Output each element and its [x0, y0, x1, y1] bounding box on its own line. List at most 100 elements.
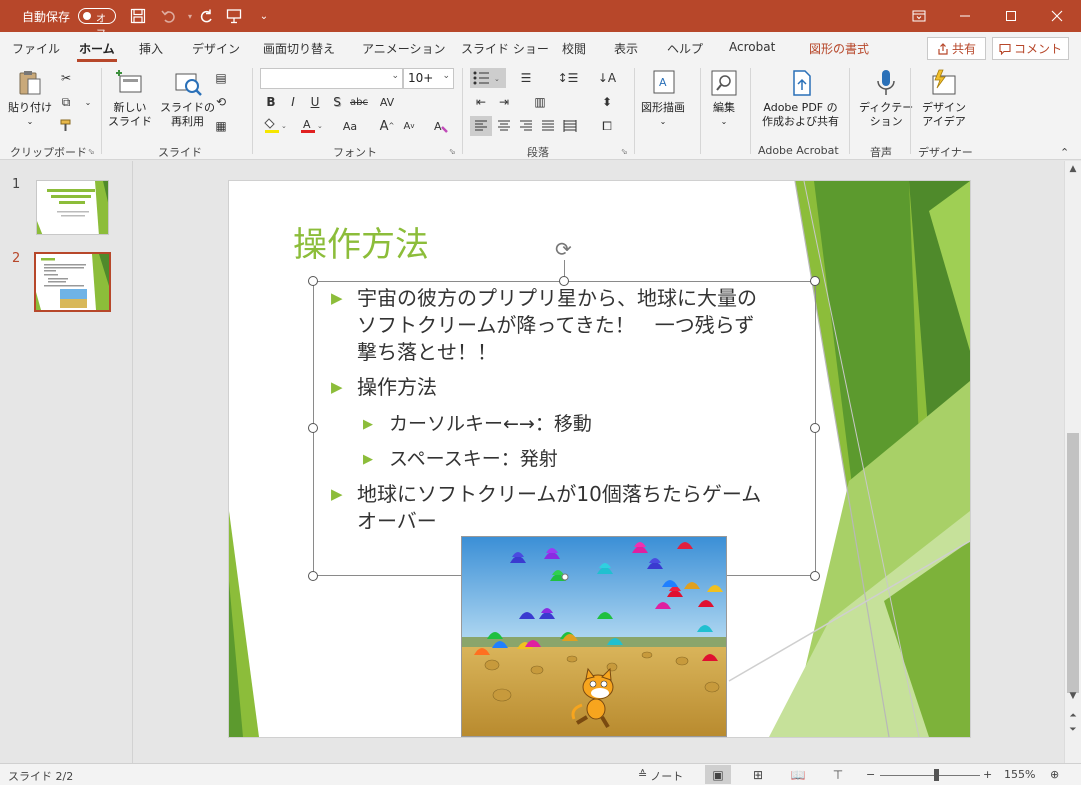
align-right-button[interactable]: [515, 116, 537, 136]
vertical-scrollbar[interactable]: ▲ ▼ ⏶ ⏷: [1064, 161, 1081, 763]
ribbon-display-icon[interactable]: [896, 0, 942, 32]
slide-canvas[interactable]: 操作方法 ⟳ ▶ 宇宙の彼方のプリプリ星から、地球に大量の ソフトクリームが降っ…: [229, 181, 970, 737]
line-spacing-button[interactable]: ↕☰: [553, 68, 583, 88]
columns-button[interactable]: ▥: [525, 92, 555, 112]
tab-view[interactable]: 表示: [614, 40, 638, 57]
paragraph-launcher-icon[interactable]: ⬂: [621, 147, 628, 156]
tab-home[interactable]: ホーム: [77, 40, 117, 62]
text-direction-button[interactable]: ↓A: [592, 68, 622, 88]
fit-to-window-icon[interactable]: ⊕: [1050, 768, 1059, 781]
rotate-handle-icon[interactable]: ⟳: [555, 237, 572, 261]
collapse-ribbon-icon[interactable]: ⌃: [1060, 146, 1069, 159]
italic-button[interactable]: I: [282, 92, 304, 112]
clear-formatting-button[interactable]: A: [430, 116, 452, 136]
format-painter-icon[interactable]: [55, 116, 77, 136]
character-spacing-button[interactable]: AV: [372, 92, 402, 112]
tab-shape-format[interactable]: 図形の書式: [809, 40, 869, 57]
distributed-button[interactable]: [559, 116, 581, 136]
cut-icon[interactable]: ✂: [55, 68, 77, 88]
slide-title[interactable]: 操作方法: [293, 217, 429, 266]
adobe-pdf-button[interactable]: Adobe PDF の 作成および共有: [762, 68, 839, 129]
zoom-level[interactable]: 155%: [1004, 768, 1035, 781]
copy-dropdown-icon[interactable]: ⌄: [77, 92, 99, 112]
scroll-up-icon[interactable]: ▲: [1065, 164, 1081, 174]
decrease-indent-button[interactable]: ⇤: [470, 92, 492, 112]
game-screenshot-image[interactable]: [461, 536, 727, 737]
justify-button[interactable]: [537, 116, 559, 136]
numbering-button[interactable]: ☰: [510, 68, 542, 88]
font-name-combo[interactable]: ⌄: [260, 68, 403, 89]
grow-font-button[interactable]: A ^: [376, 116, 398, 136]
tab-animations[interactable]: アニメーション: [362, 40, 446, 57]
tab-review[interactable]: 校閲: [562, 40, 586, 57]
zoom-out-button[interactable]: −: [866, 768, 875, 781]
dictate-button[interactable]: ディクテー ション: [859, 68, 913, 129]
clipboard-launcher-icon[interactable]: ⬂: [88, 147, 95, 156]
comment-button[interactable]: コメント: [992, 37, 1069, 60]
underline-button[interactable]: U: [304, 92, 326, 112]
highlight-color-button[interactable]: ⌄: [260, 116, 290, 136]
change-case-button[interactable]: Aa: [334, 116, 366, 136]
shrink-font-button[interactable]: Av: [398, 116, 420, 136]
scrollbar-thumb[interactable]: [1067, 433, 1079, 693]
resize-handle-w[interactable]: [308, 423, 318, 433]
tab-transitions[interactable]: 画面切り替え: [263, 40, 335, 57]
design-ideas-button[interactable]: デザイン アイデア: [922, 68, 966, 129]
section-icon[interactable]: ▦: [210, 116, 232, 136]
new-slide-button[interactable]: 新しい スライド: [108, 68, 152, 129]
font-size-combo[interactable]: 10+ ⌄: [403, 68, 454, 89]
resize-handle-ne[interactable]: [810, 276, 820, 286]
previous-slide-icon[interactable]: ⏶: [1065, 711, 1081, 721]
editing-button[interactable]: 編集 ⌄: [709, 68, 739, 129]
tab-insert[interactable]: 挿入: [139, 40, 163, 57]
font-color-button[interactable]: A ⌄: [296, 116, 326, 136]
align-center-button[interactable]: [493, 116, 515, 136]
scroll-down-icon[interactable]: ▼: [1065, 691, 1081, 701]
slide-thumbnail-2[interactable]: [34, 252, 111, 312]
maximize-icon[interactable]: [988, 0, 1034, 32]
font-launcher-icon[interactable]: ⬂: [449, 147, 456, 156]
tab-slideshow[interactable]: スライド ショー: [461, 40, 549, 57]
slide-thumbnail-1[interactable]: [36, 180, 109, 235]
redo-icon[interactable]: [194, 0, 218, 32]
next-slide-icon[interactable]: ⏷: [1065, 725, 1081, 735]
strikethrough-button[interactable]: abc: [348, 92, 370, 112]
resize-handle-e[interactable]: [810, 423, 820, 433]
tab-help[interactable]: ヘルプ: [667, 40, 703, 57]
smartart-button[interactable]: ⧠: [592, 116, 622, 136]
resize-handle-nw[interactable]: [308, 276, 318, 286]
resize-handle-se[interactable]: [810, 571, 820, 581]
font-name-dropdown-icon[interactable]: ⌄: [391, 71, 399, 81]
reading-view-icon[interactable]: 📖: [785, 765, 811, 784]
autosave-toggle[interactable]: オフ: [78, 8, 116, 40]
slideshow-view-icon[interactable]: ⊤: [825, 765, 851, 784]
increase-indent-button[interactable]: ⇥: [493, 92, 515, 112]
paste-button[interactable]: 貼り付け ⌄: [8, 68, 52, 129]
reset-slide-icon[interactable]: ⟲: [210, 92, 232, 112]
zoom-slider-track[interactable]: [880, 775, 980, 776]
save-icon[interactable]: [126, 0, 150, 32]
slide-sorter-view-icon[interactable]: ⊞: [745, 765, 771, 784]
copy-icon[interactable]: ⧉: [55, 92, 77, 112]
share-button[interactable]: 共有: [927, 37, 986, 60]
reuse-slides-button[interactable]: スライドの 再利用: [160, 68, 215, 129]
tab-acrobat[interactable]: Acrobat: [729, 40, 775, 54]
present-from-start-icon[interactable]: [222, 0, 246, 32]
minimize-icon[interactable]: [942, 0, 988, 32]
resize-handle-sw[interactable]: [308, 571, 318, 581]
notes-button[interactable]: ≙ ノート: [638, 768, 683, 784]
align-left-button[interactable]: [470, 116, 492, 136]
tab-file[interactable]: ファイル: [12, 40, 60, 57]
align-text-button[interactable]: ⬍: [592, 92, 622, 112]
zoom-slider-knob[interactable]: [934, 769, 939, 781]
zoom-in-button[interactable]: +: [983, 768, 992, 781]
layout-icon[interactable]: ▤: [210, 68, 232, 88]
shadow-button[interactable]: S: [326, 92, 348, 112]
paste-dropdown-icon[interactable]: ⌄: [27, 115, 34, 129]
bold-button[interactable]: B: [260, 92, 282, 112]
drawing-button[interactable]: A 図形描画 ⌄: [641, 68, 685, 129]
font-size-dropdown-icon[interactable]: ⌄: [442, 71, 450, 81]
close-icon[interactable]: [1034, 0, 1080, 32]
bullets-button[interactable]: ⌄: [470, 68, 506, 88]
tab-design[interactable]: デザイン: [192, 40, 240, 57]
